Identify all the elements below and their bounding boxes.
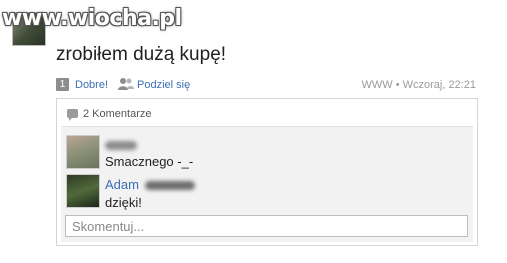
comment-text: Smacznego -_- [105, 154, 194, 169]
post-actions: 1 Dobre! Podziel się WWW • Wczoraj, 22:2… [56, 77, 476, 93]
site-watermark: www.wiocha.pl [2, 6, 182, 31]
comment-author[interactable]: Adam [105, 177, 195, 192]
comment-author-blurred[interactable] [105, 141, 137, 150]
share-people-icon [118, 78, 134, 90]
comment-avatar[interactable] [66, 174, 100, 208]
comment-text: dzięki! [105, 195, 142, 210]
comments-box: 2 Komentarze Smacznego -_- Adam dzięki! [56, 98, 478, 246]
like-count-badge: 1 [56, 78, 69, 91]
comment-bubble-icon [67, 109, 78, 121]
comments-header[interactable]: 2 Komentarze [67, 108, 152, 121]
comments-count-label: 2 Komentarze [83, 108, 152, 120]
like-button[interactable]: Dobre! [75, 79, 108, 91]
comment-author-surname-blurred [144, 181, 195, 191]
post-meta: WWW • Wczoraj, 22:21 [361, 79, 476, 91]
comment-author-name[interactable]: Adam [105, 177, 139, 192]
comments-list: Smacznego -_- Adam dzięki! [61, 126, 473, 242]
post-text: zrobiłem dużą kupę! [56, 44, 227, 65]
comment-input[interactable] [65, 215, 468, 237]
comment-avatar[interactable] [66, 135, 100, 169]
share-button[interactable]: Podziel się [137, 79, 190, 91]
